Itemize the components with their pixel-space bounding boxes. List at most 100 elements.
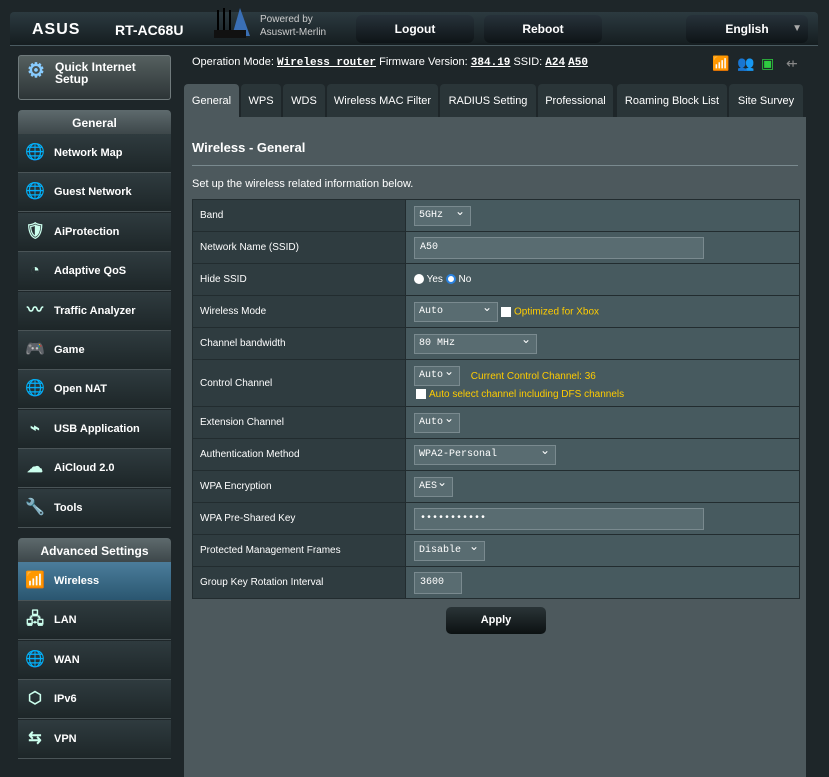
table-row: WPA Encryption AES xyxy=(192,470,800,503)
sidebar-item-label: LAN xyxy=(54,614,77,627)
hide-ssid-yes-radio[interactable] xyxy=(414,274,424,285)
wifi-icon: 📶 xyxy=(25,572,45,589)
asus-logo: ASUS xyxy=(32,21,81,38)
sidebar-item-label: AiCloud 2.0 xyxy=(54,462,115,475)
lock-shield-icon: 🛡 xyxy=(25,222,46,240)
psk-input[interactable]: ••••••••••• xyxy=(414,507,704,530)
sidebar-item-aiprotection[interactable]: 🛡 AiProtection xyxy=(18,212,171,252)
usb-icon: ⌁ xyxy=(30,419,40,437)
sidebar-item-label: USB Application xyxy=(54,422,140,435)
table-row: Authentication Method WPA2-Personal xyxy=(192,438,800,471)
sidebar-item-traffic-analyzer[interactable]: 〰 Traffic Analyzer xyxy=(18,291,171,331)
tab-site-survey[interactable]: Site Survey xyxy=(729,84,803,117)
quick-internet-setup[interactable]: ⚙ Quick Internet Setup xyxy=(18,55,171,100)
sidebar-item-label: Traffic Analyzer xyxy=(54,304,136,317)
tab-professional[interactable]: Professional xyxy=(538,84,613,117)
pmf-select[interactable]: Disable xyxy=(414,538,485,561)
ssid-input[interactable]: A50 xyxy=(414,236,704,259)
tab-general[interactable]: General xyxy=(184,84,239,117)
sidebar-item-lan[interactable]: 🖧 LAN xyxy=(18,601,171,641)
logout-button[interactable]: Logout xyxy=(356,15,474,43)
extension-channel-select[interactable]: Auto xyxy=(414,410,460,433)
ssid-label: Network Name (SSID) xyxy=(192,231,406,264)
sidebar-item-label: Guest Network xyxy=(54,186,132,199)
sidebar-item-open-nat[interactable]: 🌐 Open NAT xyxy=(18,370,171,410)
sidebar-item-usb-application[interactable]: ⌁ USB Application xyxy=(18,409,171,449)
extension-channel-label: Extension Channel xyxy=(192,406,406,439)
sidebar-item-label: AiProtection xyxy=(54,225,120,238)
firmware-link[interactable]: 384.19 xyxy=(471,57,511,69)
sidebar-item-label: Game xyxy=(54,344,85,356)
wifi-status-icon[interactable]: 📶 xyxy=(712,55,729,72)
group-key-input[interactable]: 3600 xyxy=(414,571,462,594)
control-channel-select[interactable]: Auto xyxy=(414,363,460,386)
powered-by-label: Powered by xyxy=(260,14,313,25)
tab-roaming-block-list[interactable]: Roaming Block List xyxy=(617,84,727,117)
pulse-icon: 〰 xyxy=(26,301,43,319)
globe-users-icon: 🌐 xyxy=(25,183,45,201)
sidebar-item-label: Wireless xyxy=(54,575,100,587)
op-mode-label: Operation Mode: xyxy=(192,56,274,68)
apply-button[interactable]: Apply xyxy=(446,607,546,634)
hide-ssid-label: Hide SSID xyxy=(192,263,406,296)
table-row: Wireless Mode Auto Optimized for Xbox xyxy=(192,295,800,328)
reboot-button[interactable]: Reboot xyxy=(484,15,602,43)
firmware-brand: Asuswrt-Merlin xyxy=(260,27,327,38)
usb-icon[interactable]: ⇷ xyxy=(786,55,798,72)
sidebar-item-guest-network[interactable]: 🌐 Guest Network xyxy=(18,173,171,213)
tab-wireless-mac-filter[interactable]: Wireless MAC Filter xyxy=(327,84,438,117)
globe-icon: 🌐 xyxy=(25,650,45,668)
bandwidth-select[interactable]: 80 MHz xyxy=(414,331,537,354)
sidebar-item-label: Open NAT xyxy=(54,383,107,396)
sidebar-item-label: IPv6 xyxy=(54,693,77,706)
wireless-mode-select[interactable]: Auto xyxy=(414,299,498,322)
quick-setup-label: Quick Internet Setup xyxy=(55,60,136,86)
xbox-checkbox[interactable] xyxy=(501,306,511,317)
general-heading: General xyxy=(18,110,171,134)
chevron-down-icon: ▼ xyxy=(792,23,802,34)
dfs-checkbox[interactable] xyxy=(416,389,426,400)
tab-wds[interactable]: WDS xyxy=(283,84,325,117)
sidebar-item-network-map[interactable]: 🌐 Network Map xyxy=(18,134,171,173)
sidebar-item-adaptive-qos[interactable]: ◔ Adaptive QoS xyxy=(18,252,171,292)
cloud-icon: ☁ xyxy=(27,459,43,477)
firmware-label: Firmware Version: xyxy=(379,56,468,68)
page-description: Set up the wireless related information … xyxy=(192,178,414,190)
ssid-label: SSID: xyxy=(513,56,543,68)
language-select[interactable]: English ▼ xyxy=(686,15,808,43)
status-line: Operation Mode: Wireless router Firmware… xyxy=(192,56,588,69)
auth-method-select[interactable]: WPA2-Personal xyxy=(414,442,556,465)
wireless-mode-label: Wireless Mode xyxy=(192,295,406,328)
hide-ssid-no-radio[interactable] xyxy=(445,274,456,285)
table-row: Control Channel Auto Current Control Chan… xyxy=(192,359,800,407)
sidebar-item-tools[interactable]: 🔧 Tools xyxy=(18,488,171,528)
sidebar-item-label: VPN xyxy=(54,732,77,745)
table-row: Network Name (SSID) A50 xyxy=(192,231,800,264)
table-row: Hide SSID Yes No xyxy=(192,263,800,296)
sidebar-item-wireless[interactable]: 📶 Wireless xyxy=(18,562,171,601)
clients-icon[interactable]: 👥 xyxy=(737,55,754,72)
sidebar-item-aicloud-2-0[interactable]: ☁ AiCloud 2.0 xyxy=(18,449,171,489)
sidebar-item-label: Adaptive QoS xyxy=(54,265,127,278)
gear-wand-icon: ⚙ xyxy=(27,60,45,82)
yes-label: Yes xyxy=(426,274,443,285)
band-select[interactable]: 5GHz xyxy=(414,203,471,226)
gamepad-icon: 🎮 xyxy=(25,341,45,358)
ssid-link-1[interactable]: A24 xyxy=(545,57,565,69)
page-title: Wireless - General xyxy=(192,140,306,155)
op-mode-link[interactable]: Wireless router xyxy=(277,57,376,69)
sidebar-item-vpn[interactable]: ⇆ VPN xyxy=(18,719,171,759)
sidebar-item-label: Network Map xyxy=(54,147,123,159)
encryption-select[interactable]: AES xyxy=(414,474,453,497)
sidebar-item-wan[interactable]: 🌐 WAN xyxy=(18,640,171,680)
table-row: Group Key Rotation Interval 3600 xyxy=(192,566,800,599)
ssid-link-2[interactable]: A50 xyxy=(568,57,588,69)
tab-radius-setting[interactable]: RADIUS Setting xyxy=(440,84,536,117)
xbox-label: Optimized for Xbox xyxy=(514,306,600,318)
sidebar-item-ipv6[interactable]: ⬡ IPv6 xyxy=(18,680,171,720)
sidebar-item-game[interactable]: 🎮 Game xyxy=(18,331,171,370)
device-status-icon[interactable]: ▣ xyxy=(761,55,774,72)
group-key-label: Group Key Rotation Interval xyxy=(192,566,406,599)
table-row: Channel bandwidth 80 MHz xyxy=(192,327,800,360)
tab-wps[interactable]: WPS xyxy=(241,84,281,117)
